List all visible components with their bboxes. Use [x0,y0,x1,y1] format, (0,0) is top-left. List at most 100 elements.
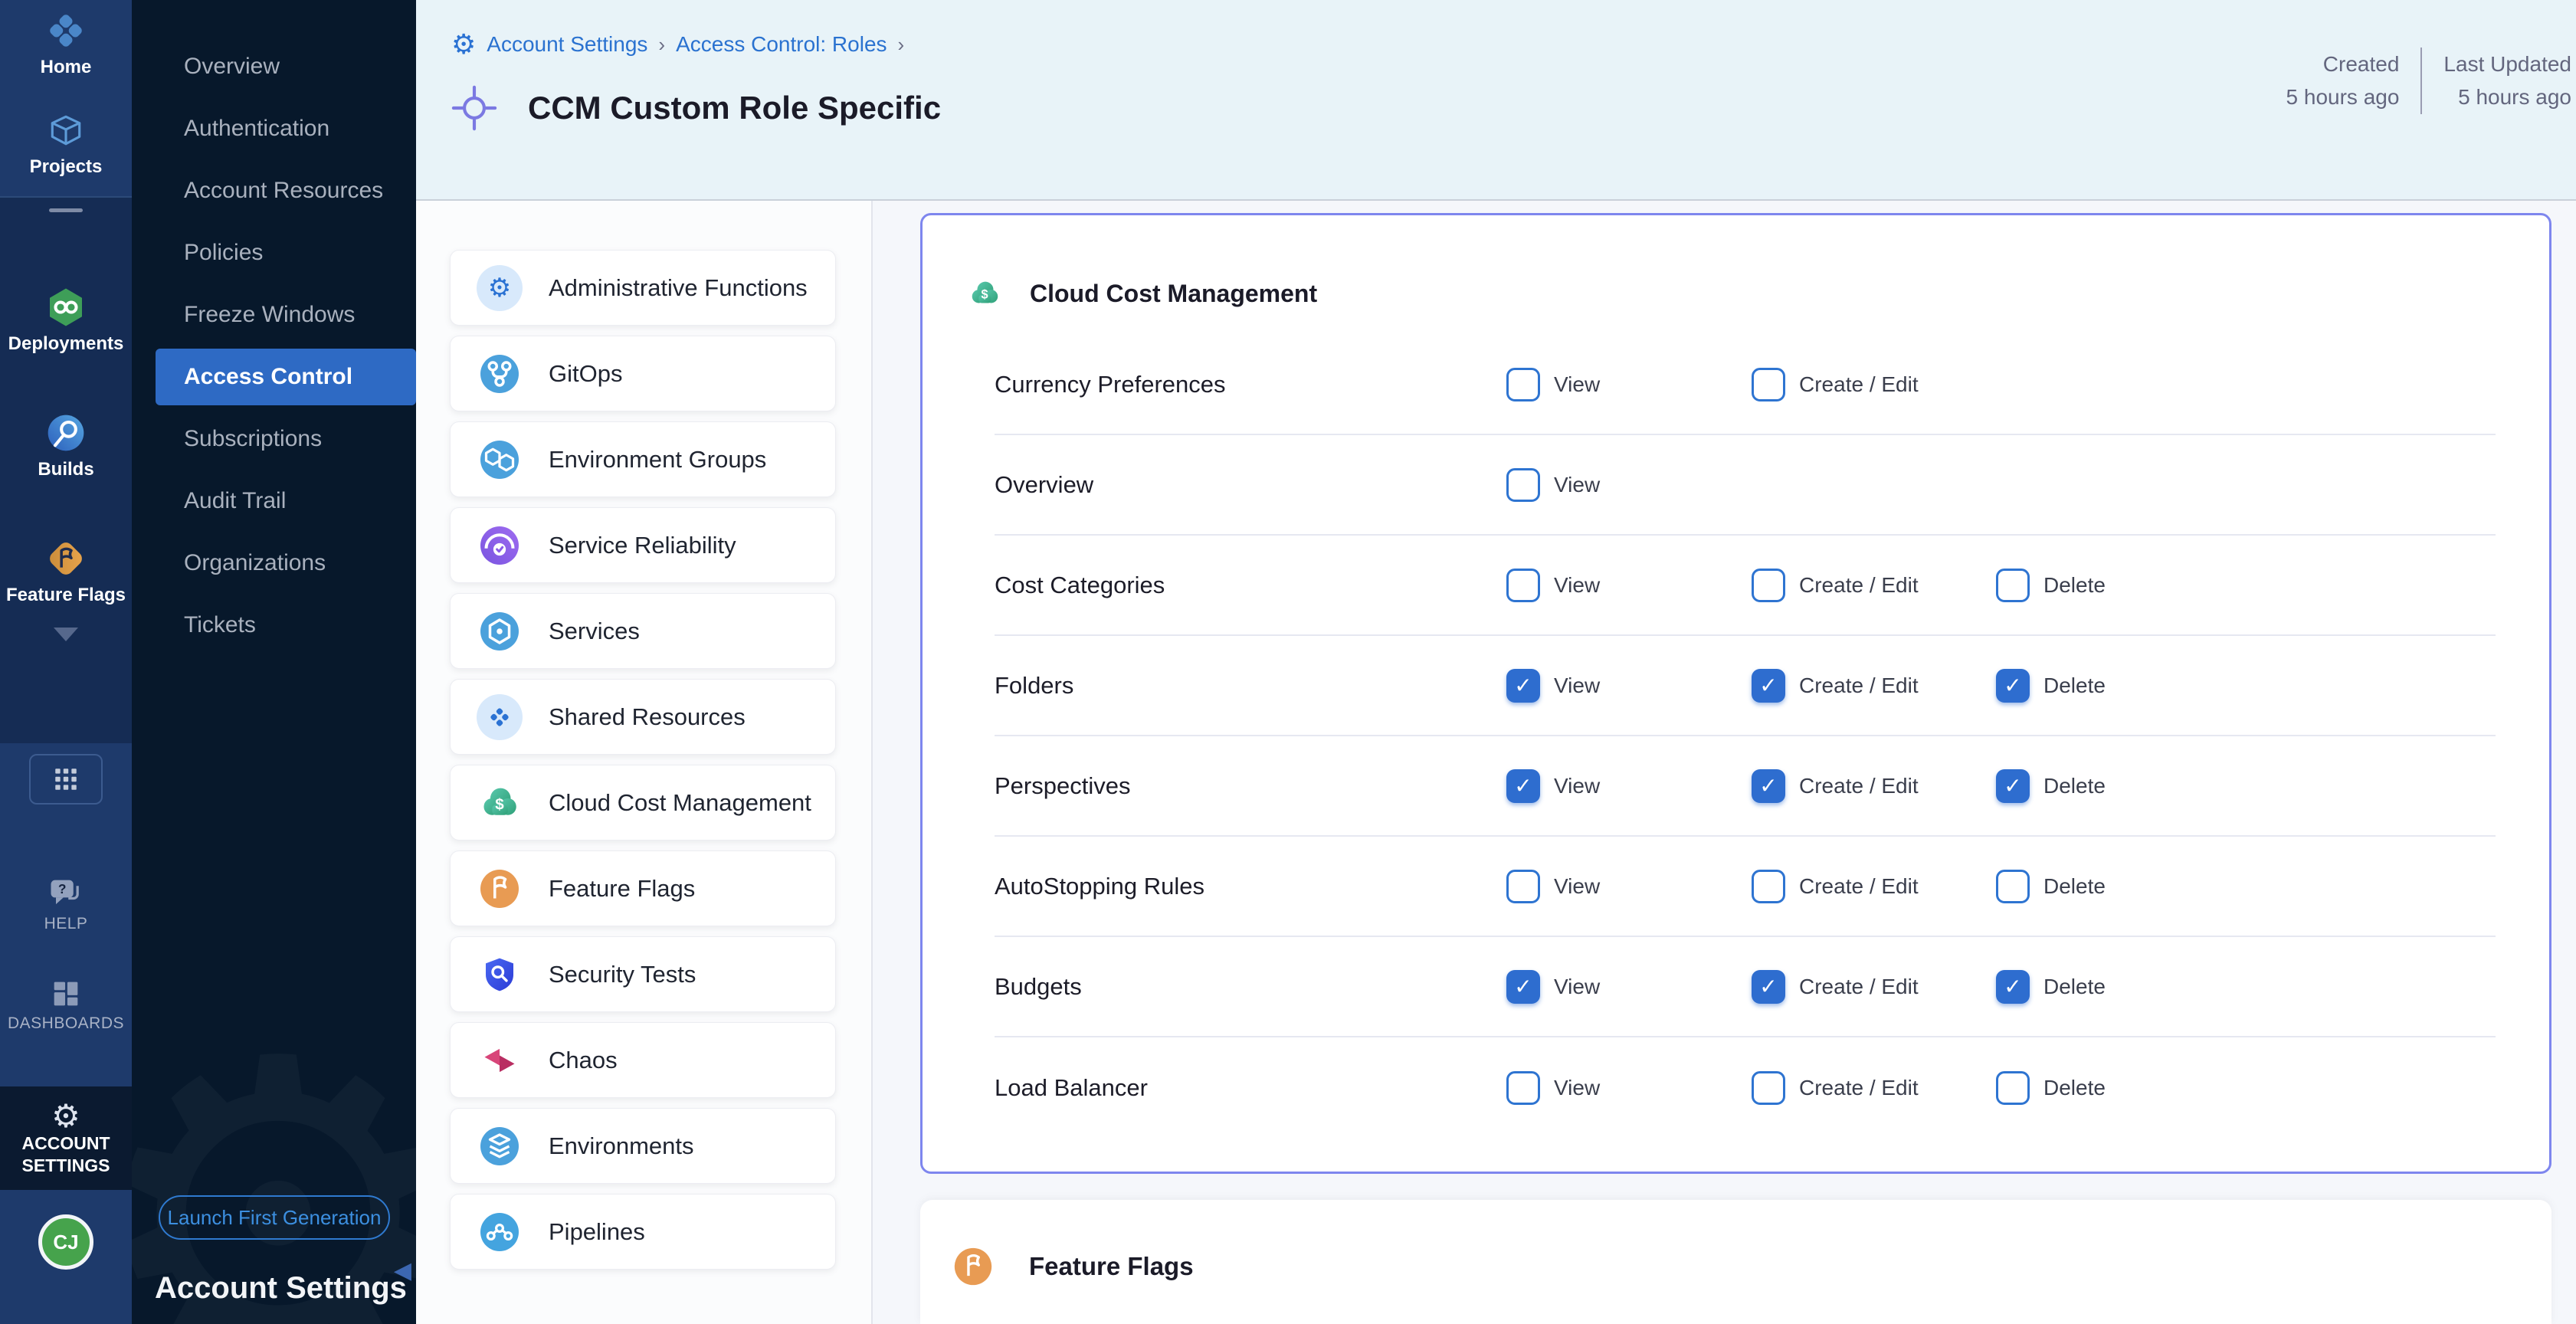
breadcrumb-access-control-roles[interactable]: Access Control: Roles [676,32,887,57]
resource-card-security-tests[interactable]: Security Tests [450,936,836,1012]
sidebar-item-authentication[interactable]: Authentication [156,100,416,157]
resource-card-services[interactable]: Services [450,593,836,669]
sidebar-item-tickets[interactable]: Tickets [156,597,416,654]
nav-dashboards-label: DASHBOARDS [8,1014,124,1033]
resource-card-cloud-cost-management[interactable]: $Cloud Cost Management [450,765,836,841]
permission-cell: Create / Edit [1752,669,1996,703]
permission-name: Load Balancer [995,1074,1506,1102]
resource-card-gitops[interactable]: GitOps [450,336,836,411]
permission-cell: Create / Edit [1752,569,1996,602]
permission-cell: View [1506,468,1752,502]
sidebar-item-subscriptions[interactable]: Subscriptions [156,411,416,467]
checkbox-currency-preferences-create-edit[interactable] [1752,368,1785,401]
service-reliability-icon [477,523,523,569]
checkbox-budgets-view[interactable] [1506,970,1540,1004]
permission-row-cost-categories: Cost CategoriesViewCreate / EditDelete [995,536,2496,636]
checkbox-label: View [1554,774,1600,798]
permission-cell: Delete [1996,1071,2496,1105]
feature-flags-icon [951,1244,995,1289]
nav-account-settings-label: ACCOUNT SETTINGS [16,1132,116,1177]
nav-feature-flags[interactable]: Feature Flags [6,537,126,606]
permission-row-autostopping-rules: AutoStopping RulesViewCreate / EditDelet… [995,837,2496,937]
checkbox-budgets-delete[interactable] [1996,970,2030,1004]
resource-card-chaos[interactable]: Chaos [450,1022,836,1098]
harness-logo-icon [44,9,87,52]
checkbox-cost-categories-delete[interactable] [1996,569,2030,602]
checkbox-load-balancer-view[interactable] [1506,1071,1540,1105]
permission-cell: View [1506,1071,1752,1105]
nav-builds[interactable]: Builds [38,411,93,480]
permissions-area: $ Cloud Cost Management Currency Prefere… [873,201,2576,1324]
checkbox-label: Delete [2043,1076,2106,1100]
last-updated-label: Last Updated [2443,48,2571,80]
gitops-icon [477,351,523,397]
checkbox-label: Create / Edit [1799,573,1919,598]
shared-resources-icon [477,694,523,740]
resource-label: Administrative Functions [549,274,808,302]
svg-text:$: $ [495,795,504,813]
rail-section-utility: ? HELP DASHBOARDS [0,743,132,1086]
checkbox-label: Create / Edit [1799,1076,1919,1100]
sidebar-item-freeze-windows[interactable]: Freeze Windows [156,287,416,343]
avatar[interactable]: CJ [38,1214,93,1270]
resource-card-environments[interactable]: Environments [450,1108,836,1184]
resource-card-environment-groups[interactable]: Environment Groups [450,421,836,497]
checkbox-perspectives-create-edit[interactable] [1752,769,1785,803]
checkbox-folders-view[interactable] [1506,669,1540,703]
sidebar-item-overview[interactable]: Overview [156,38,416,95]
checkbox-folders-create-edit[interactable] [1752,669,1785,703]
checkbox-label: View [1554,1076,1600,1100]
checkbox-currency-preferences-view[interactable] [1506,368,1540,401]
resource-card-administrative-functions[interactable]: ⚙Administrative Functions [450,250,836,326]
resource-card-shared-resources[interactable]: Shared Resources [450,679,836,755]
permission-cell: View [1506,769,1752,803]
checkbox-autostopping-rules-view[interactable] [1506,870,1540,903]
checkbox-folders-delete[interactable] [1996,669,2030,703]
permission-name: Currency Preferences [995,371,1506,398]
checkbox-cost-categories-create-edit[interactable] [1752,569,1785,602]
sidebar-item-organizations[interactable]: Organizations [156,535,416,592]
resource-card-service-reliability[interactable]: Service Reliability [450,507,836,583]
nav-home-label: Home [41,57,92,78]
sidebar-item-account-resources[interactable]: Account Resources [156,162,416,219]
checkbox-overview-view[interactable] [1506,468,1540,502]
sidebar-item-policies[interactable]: Policies [156,224,416,281]
page-title: CCM Custom Role Specific [528,90,941,126]
permission-cell: Create / Edit [1752,368,1996,401]
checkbox-label: Delete [2043,774,2106,798]
module-rail: Home Projects Deployments [0,0,132,1324]
nav-home[interactable]: Home [41,9,92,78]
checkbox-load-balancer-create-edit[interactable] [1752,1071,1785,1105]
resource-label: Chaos [549,1047,618,1074]
collapse-sidebar-icon[interactable]: ◀ [394,1257,411,1284]
nav-dashboards[interactable]: DASHBOARDS [8,976,124,1033]
rail-section-modules: Deployments Builds Feature Flags [0,198,132,743]
checkbox-autostopping-rules-create-edit[interactable] [1752,870,1785,903]
checkbox-budgets-create-edit[interactable] [1752,970,1785,1004]
checkbox-perspectives-delete[interactable] [1996,769,2030,803]
permission-name: Budgets [995,973,1506,1001]
checkbox-load-balancer-delete[interactable] [1996,1071,2030,1105]
nav-account-settings[interactable]: ⚙ ACCOUNT SETTINGS [0,1086,132,1190]
permission-cell: Create / Edit [1752,870,1996,903]
sidebar-item-access-control[interactable]: Access Control [156,349,416,405]
permission-cell: Delete [1996,569,2496,602]
module-grid-button[interactable] [29,754,103,805]
nav-projects[interactable]: Projects [30,109,103,178]
nav-deployments[interactable]: Deployments [8,286,124,355]
permission-cell: View [1506,368,1752,401]
resource-label: Shared Resources [549,703,746,731]
sidebar-item-audit-trail[interactable]: Audit Trail [156,473,416,529]
resource-card-feature-flags[interactable]: Feature Flags [450,850,836,926]
checkbox-perspectives-view[interactable] [1506,769,1540,803]
flag-circle-icon [477,866,523,912]
breadcrumb-account-settings[interactable]: Account Settings [487,32,647,57]
chevron-down-icon[interactable] [54,628,78,641]
launch-first-generation-button[interactable]: Launch First Generation [159,1195,390,1240]
app-window: Home Projects Deployments [0,0,2576,1324]
checkbox-cost-categories-view[interactable] [1506,569,1540,602]
checkbox-autostopping-rules-delete[interactable] [1996,870,2030,903]
resource-card-pipelines[interactable]: Pipelines [450,1194,836,1270]
nav-help[interactable]: ? HELP [44,875,88,933]
resource-label: GitOps [549,360,622,388]
